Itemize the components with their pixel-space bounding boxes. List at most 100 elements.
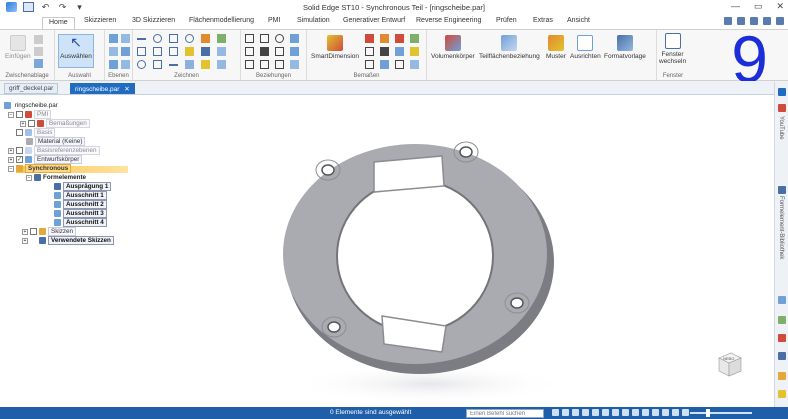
smartdimension-button[interactable]: SmartDimension [311, 35, 359, 60]
status-icon-8[interactable] [622, 409, 629, 416]
line-icon[interactable] [137, 38, 146, 40]
tree-item-formelemente[interactable]: − Formelemente [26, 174, 86, 182]
polygon-icon[interactable] [153, 47, 162, 56]
arc-icon[interactable] [153, 34, 162, 43]
point-icon[interactable] [185, 60, 194, 69]
cut-icon[interactable] [34, 35, 43, 44]
tab-3d-skizzieren[interactable]: 3D Skizzieren [132, 17, 175, 24]
status-icon-14[interactable] [682, 409, 689, 416]
panel-tool-icon-2[interactable] [778, 316, 786, 324]
tree-item-entwurfskoerper[interactable]: + ✓ Entwurfskörper [8, 155, 83, 165]
plane-icon-4[interactable] [121, 47, 130, 56]
copy-icon[interactable] [34, 47, 43, 56]
tree-root[interactable]: ringscheibe.par [4, 102, 58, 110]
tree-item-skizzen[interactable]: + Skizzen [22, 227, 77, 237]
status-icon-12[interactable] [662, 409, 669, 416]
coordinate-icon[interactable] [395, 34, 404, 43]
collapse-icon[interactable]: − [8, 111, 14, 118]
angle-icon[interactable] [380, 34, 389, 43]
angular-coordinate-icon[interactable] [395, 47, 404, 56]
chamfer-dim-icon[interactable] [365, 47, 374, 56]
tree-item-auspraegung-1[interactable]: Ausprägung 1 [54, 182, 112, 192]
status-icon-4[interactable] [582, 409, 589, 416]
tab-flaechenmodellierung[interactable]: Flächenmodellierung [189, 17, 254, 24]
smart-grid-icon[interactable] [380, 60, 389, 69]
symmetric-dim-icon[interactable] [410, 34, 419, 43]
plane-icon-3[interactable] [109, 47, 118, 56]
formatvorlage-button[interactable]: Formatvorlage [604, 35, 646, 60]
help-circle-icon[interactable] [778, 88, 786, 96]
tab-generativer-entwurf[interactable]: Generativer Entwurf [343, 17, 405, 24]
tab-simulation[interactable]: Simulation [297, 17, 330, 24]
checkbox[interactable] [16, 111, 23, 118]
tree-item-verwendete-skizzen[interactable]: + Verwendete Skizzen [22, 236, 114, 246]
parallel-icon[interactable] [245, 47, 254, 56]
rectangle-icon[interactable] [137, 47, 146, 56]
select-button[interactable]: ↖ Auswählen [58, 34, 94, 68]
feature-library-tab[interactable]: Formelement-Bibliothek [778, 196, 784, 259]
tree-item-ausschnitt-1[interactable]: Ausschnitt 1 [54, 191, 107, 201]
tree-item-ausschnitt-2[interactable]: Ausschnitt 2 [54, 200, 107, 210]
status-icon-5[interactable] [592, 409, 599, 416]
youtube-tab[interactable]: YouTube [778, 116, 784, 140]
text-dim-icon[interactable] [410, 47, 419, 56]
curve-icon[interactable] [169, 34, 178, 43]
status-icon-3[interactable] [572, 409, 579, 416]
tree-item-bemassungen[interactable]: + Bemaßungen [20, 119, 90, 129]
status-icon-11[interactable] [652, 409, 659, 416]
offset-icon[interactable] [169, 47, 178, 56]
connect-icon[interactable] [245, 34, 254, 43]
distance-icon[interactable] [365, 34, 374, 43]
tree-item-basisreferenzebenen[interactable]: + Basisreferenzebenen [8, 146, 100, 156]
tree-item-ausschnitt-4[interactable]: Ausschnitt 4 [54, 218, 107, 228]
project-icon[interactable] [185, 47, 194, 56]
tab-extras[interactable]: Extras [533, 17, 553, 24]
tab-ansicht[interactable]: Ansicht [567, 17, 590, 24]
checkbox[interactable] [30, 228, 37, 235]
format-painter-icon[interactable] [34, 59, 43, 68]
perpendicular-icon[interactable] [260, 47, 269, 56]
plane-icon-2[interactable] [121, 34, 130, 43]
move-icon[interactable] [217, 60, 226, 69]
status-icon-9[interactable] [632, 409, 639, 416]
radial-dim-icon[interactable] [380, 47, 389, 56]
plane-icon-6[interactable] [121, 60, 130, 69]
panel-tool-icon-6[interactable] [778, 390, 786, 398]
zoom-slider-knob[interactable] [706, 409, 710, 417]
slot-icon[interactable] [153, 60, 162, 69]
tree-item-ausschnitt-3[interactable]: Ausschnitt 3 [54, 209, 107, 219]
checkbox[interactable]: ✓ [16, 156, 23, 163]
split-icon[interactable] [201, 60, 210, 69]
lock-icon[interactable] [260, 60, 269, 69]
status-icon-13[interactable] [672, 409, 679, 416]
zoom-slider[interactable] [690, 412, 752, 414]
mirror-icon[interactable] [201, 47, 210, 56]
symmetric-icon[interactable] [245, 60, 254, 69]
teilflaechenbeziehung-button[interactable]: Teilflächenbeziehung [479, 35, 540, 60]
panel-tool-icon-3[interactable] [778, 334, 786, 342]
construction-line-icon[interactable] [169, 64, 178, 66]
plane-icon-5[interactable] [109, 60, 118, 69]
equal-icon[interactable] [290, 47, 299, 56]
extend-icon[interactable] [217, 47, 226, 56]
checkbox[interactable] [16, 129, 23, 136]
maximize-button[interactable]: ▭ [754, 1, 763, 12]
circle-icon[interactable] [185, 34, 194, 43]
collapse-icon[interactable]: − [8, 165, 14, 172]
tree-item-synchronous[interactable]: − Synchronous [8, 164, 72, 174]
checkbox[interactable] [16, 147, 23, 154]
dimension-style-icon[interactable] [365, 60, 374, 69]
paste-button[interactable]: Einfügen [5, 35, 31, 60]
tangent-icon[interactable] [275, 34, 284, 43]
tab-reverse-engineering[interactable]: Reverse Engineering [416, 17, 481, 24]
ellipse-icon[interactable] [137, 60, 146, 69]
minimize-button[interactable]: — [731, 1, 740, 12]
expand-icon[interactable]: + [8, 156, 14, 163]
status-icon-2[interactable] [562, 409, 569, 416]
tree-item-basis[interactable]: Basis [8, 128, 56, 138]
tab-skizzieren[interactable]: Skizzieren [84, 17, 116, 24]
panel-tool-icon-4[interactable] [778, 352, 786, 360]
tab-pmi[interactable]: PMI [268, 17, 280, 24]
horizontal-icon[interactable] [290, 34, 299, 43]
doctab-ringscheibe[interactable]: ringscheibe.par ✕ [70, 83, 135, 94]
